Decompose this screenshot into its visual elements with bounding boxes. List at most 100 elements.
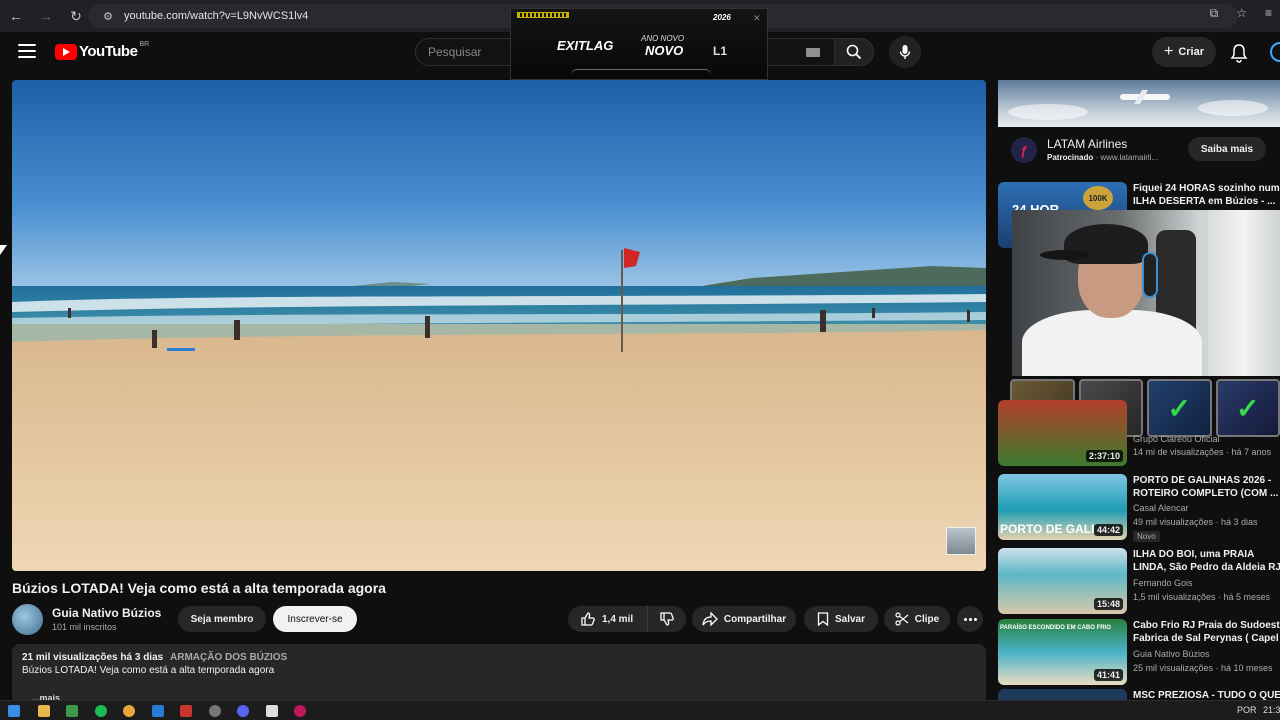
reload-icon[interactable]: ↻	[62, 2, 90, 30]
plus-icon: +	[1163, 43, 1174, 60]
advertiser-domain: · www.latamairli...	[1095, 153, 1159, 162]
sponsored-label: Patrocinado · www.latamairli...	[1047, 153, 1159, 162]
dislike-button[interactable]	[648, 606, 686, 632]
subscriber-count: 101 mil inscritos	[52, 622, 117, 632]
advertiser-name[interactable]: LATAM Airlines	[1047, 137, 1127, 151]
browser-menu-icon[interactable]: ≡	[1265, 6, 1272, 21]
clock[interactable]: 21:3	[1263, 705, 1280, 715]
recommendation-item[interactable]: PORTO DE GALI 44:42 PORTO DE GALINHAS 20…	[998, 474, 1280, 542]
streamer-webcam-overlay	[1012, 210, 1280, 376]
ad-banner-image[interactable]	[998, 80, 1280, 127]
notifications-bell-icon[interactable]	[1230, 43, 1248, 63]
taskbar-app-icon[interactable]	[152, 705, 164, 717]
beach-video-frame	[12, 80, 986, 571]
spotify-icon[interactable]	[95, 705, 107, 717]
exitlag-overlay: EXITLAG ANO NOVO NOVO 2026 L1 ✕	[510, 8, 768, 80]
share-button[interactable]: Compartilhar	[692, 606, 796, 632]
thumbnail-badge: 100K	[1083, 186, 1113, 210]
subscribe-button[interactable]: Inscrever-se	[273, 606, 357, 632]
share-icon	[702, 612, 718, 626]
overlay-mark: L1	[713, 44, 728, 58]
recommendation-thumbnail[interactable]: PARAÍSO ESCONDIDO EM CABO FRIO 41:41	[998, 619, 1127, 685]
voice-search-button[interactable]	[889, 36, 921, 68]
thumbnail-text: PORTO DE GALI	[1000, 522, 1095, 536]
country-code: BR	[139, 41, 150, 48]
recommendation-item[interactable]: MSC PREZIOSA - TUDO O QUE	[998, 689, 1280, 700]
forward-icon[interactable]: →	[32, 2, 60, 30]
description-box[interactable]: 21 mil visualizações há 3 dias ARMAÇÃO D…	[12, 644, 986, 704]
share-label: Compartilhar	[723, 613, 787, 625]
keyboard-icon[interactable]	[806, 48, 820, 57]
create-button[interactable]: + Criar	[1152, 37, 1216, 67]
channel-watermark[interactable]	[946, 527, 976, 555]
scissors-icon	[895, 612, 909, 626]
recommendation-channel[interactable]: Grupo Clareou Oficial	[1133, 434, 1220, 444]
clip-button[interactable]: Clipe	[884, 606, 950, 632]
recommendation-thumbnail[interactable]: PORTO DE GALI 44:42	[998, 474, 1127, 540]
exitlag-brand: EXITLAG	[557, 38, 614, 53]
overlay-tagline-top: ANO NOVO	[641, 34, 685, 43]
recommendation-title: Cabo Frio RJ Praia do Sudoest Fabrica de…	[1133, 620, 1280, 644]
recommendation-stats: 1,5 mil visualizações · há 5 meses	[1133, 592, 1271, 602]
account-avatar[interactable]	[1270, 42, 1280, 62]
recommendation-channel[interactable]: Casal Alencar	[1133, 503, 1189, 513]
taskbar-app-icon[interactable]	[266, 705, 278, 717]
more-actions-button[interactable]	[957, 606, 983, 632]
save-button[interactable]: Salvar	[804, 606, 878, 632]
recommendation-title: MSC PREZIOSA - TUDO O QUE	[1133, 690, 1280, 700]
search-icon	[846, 44, 862, 60]
recommendation-item[interactable]: 2:37:10 Grupo Clareou Oficial 14 mi de v…	[998, 400, 1280, 466]
overlay-tagline: NOVO	[645, 43, 684, 58]
recommendation-thumbnail[interactable]	[998, 689, 1127, 700]
taskbar-app-icon[interactable]	[180, 705, 192, 717]
windows-taskbar: POR 21:3	[0, 700, 1280, 720]
back-icon[interactable]: ←	[2, 2, 30, 30]
advertiser-logo[interactable]: ƒ	[1011, 137, 1037, 163]
overlay-decoration	[571, 69, 711, 79]
save-label: Salvar	[834, 613, 866, 625]
thumbs-down-icon	[660, 612, 674, 626]
obs-icon[interactable]	[209, 705, 221, 717]
ad-learn-more-button[interactable]: Saiba mais	[1188, 137, 1266, 161]
overlay-close-icon: ✕	[753, 13, 761, 23]
video-duration: 2:37:10	[1085, 450, 1123, 462]
microphone-icon	[899, 45, 911, 59]
start-icon[interactable]	[8, 705, 20, 717]
menu-icon[interactable]	[18, 44, 36, 58]
install-app-icon[interactable]: ⧉	[1210, 6, 1219, 21]
input-language[interactable]: POR	[1237, 705, 1257, 715]
bookmark-star-icon[interactable]: ☆	[1236, 6, 1247, 21]
recommendation-item[interactable]: 15:48 ILHA DO BOI, uma PRAIA LINDA, São …	[998, 548, 1280, 614]
like-count: 1,4 mil	[602, 613, 634, 625]
taskbar-app-icon[interactable]	[66, 705, 78, 717]
taskbar-app-icon[interactable]	[294, 705, 306, 717]
site-info-icon[interactable]: ⚙	[96, 10, 120, 23]
youtube-logo[interactable]: YouTube BR	[55, 41, 150, 60]
discord-icon[interactable]	[237, 705, 249, 717]
join-button[interactable]: Seja membro	[178, 606, 266, 632]
recommendation-thumbnail[interactable]: 15:48	[998, 548, 1127, 614]
video-duration: 15:48	[1093, 598, 1123, 610]
chrome-icon[interactable]	[123, 705, 135, 717]
youtube-play-icon	[55, 43, 77, 60]
url-text[interactable]: youtube.com/watch?v=L9NvWCS1lv4	[124, 10, 308, 22]
search-placeholder: Pesquisar	[428, 45, 482, 59]
like-button[interactable]: 1,4 mil	[568, 606, 648, 632]
recommendation-item[interactable]: PARAÍSO ESCONDIDO EM CABO FRIO 41:41 Cab…	[998, 619, 1280, 685]
file-explorer-icon[interactable]	[38, 705, 50, 717]
like-dislike-group: 1,4 mil	[568, 606, 686, 632]
location-tag[interactable]: ARMAÇÃO DOS BÚZIOS	[170, 652, 287, 663]
search-button[interactable]	[834, 38, 874, 66]
video-player[interactable]	[12, 80, 986, 571]
recommendation-title: PORTO DE GALINHAS 2026 - ROTEIRO COMPLET…	[1133, 475, 1279, 499]
recommendation-channel[interactable]: Guia Nativo Búzios	[1133, 649, 1210, 659]
recommendation-channel[interactable]: Fernando Gois	[1133, 578, 1193, 588]
recommendation-stats: 49 mil visualizações · há 3 dias	[1133, 517, 1258, 527]
description-meta: 21 mil visualizações há 3 dias ARMAÇÃO D…	[22, 652, 287, 663]
recommendation-stats: 25 mil visualizações · há 10 meses	[1133, 663, 1273, 673]
recommendation-thumbnail[interactable]: 2:37:10	[998, 400, 1127, 466]
headset-image	[1142, 252, 1158, 298]
recommendation-title: Fiquei 24 HORAS sozinho num ILHA DESERTA…	[1133, 183, 1280, 207]
channel-name[interactable]: Guia Nativo Búzios	[52, 606, 161, 620]
channel-avatar[interactable]	[12, 604, 43, 635]
